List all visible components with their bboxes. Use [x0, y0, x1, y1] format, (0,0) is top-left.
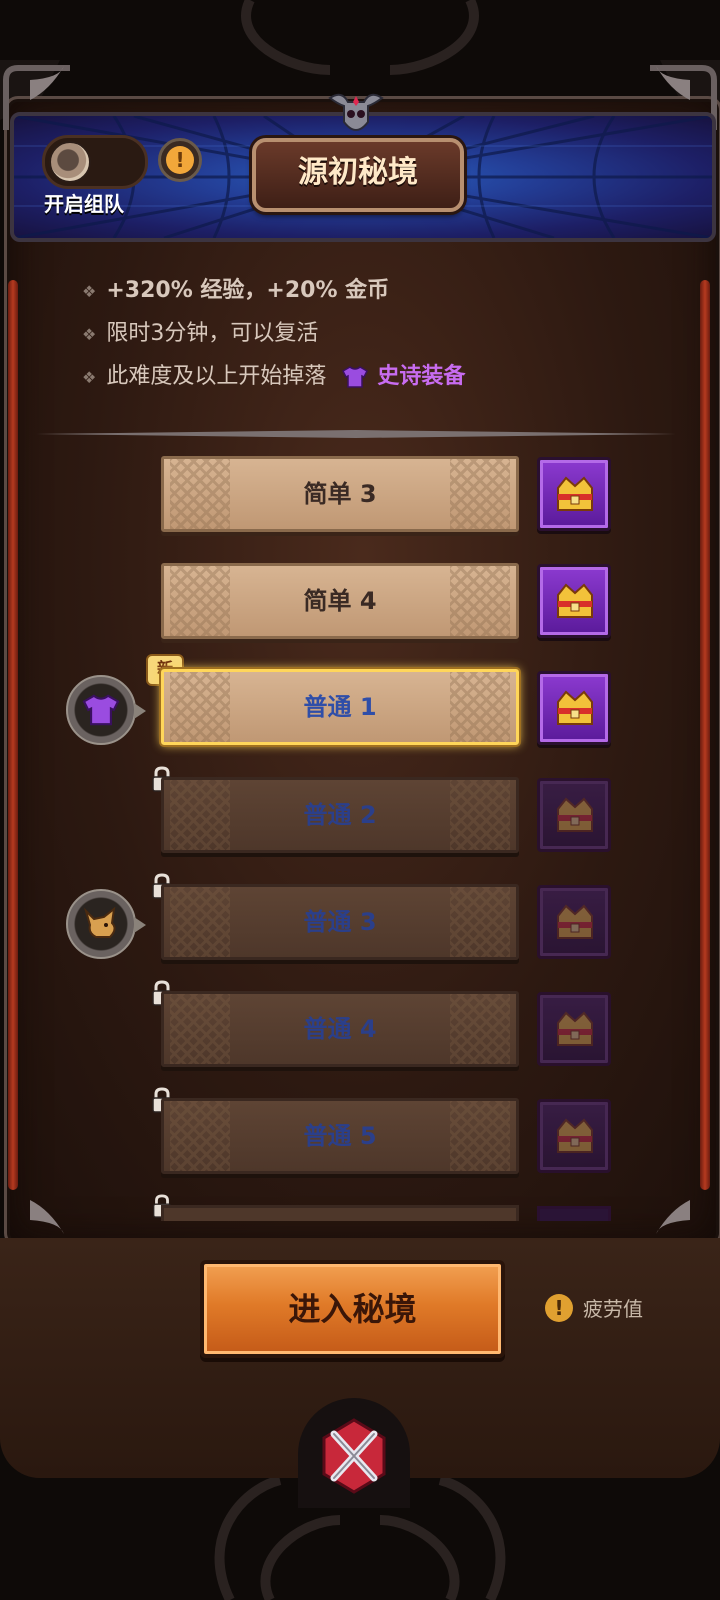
level-label: 普通 3 [303, 908, 377, 936]
treasure-chest-icon [557, 690, 593, 725]
wolf-pet-icon [83, 907, 116, 938]
pattern [450, 994, 510, 1064]
epic-armor-reward-badge[interactable] [66, 675, 146, 745]
bonus-text: +320% 经验，+20% 金币 [106, 278, 390, 303]
pattern [170, 780, 230, 850]
level-button-normal-2[interactable]: 普通 2 [161, 777, 519, 853]
treasure-chest-icon [557, 583, 593, 618]
team-toggle[interactable] [42, 135, 148, 189]
exclamation-icon: ! [545, 1293, 573, 1322]
pattern [450, 887, 510, 957]
pattern [170, 887, 230, 957]
chest-reward-button[interactable] [537, 457, 611, 531]
level-label: 普通 1 [303, 693, 377, 721]
corner-ornament-br [656, 1200, 690, 1234]
diamond-bullet-icon: ❖ [82, 282, 97, 301]
treasure-chest-icon [557, 904, 593, 939]
toggle-knob[interactable] [49, 141, 91, 183]
treasure-chest-icon [557, 1011, 593, 1046]
pattern [450, 780, 510, 850]
level-button-easy-3[interactable]: 简单 3 [161, 456, 519, 532]
wolf-pet-reward-badge[interactable] [66, 889, 146, 959]
fatigue-label: 疲劳值 [583, 1297, 643, 1321]
level-button-partial[interactable] [161, 1205, 519, 1221]
skull-emblem-icon [328, 93, 384, 131]
level-label: 简单 3 [303, 480, 377, 508]
crossed-swords-icon[interactable] [298, 1398, 410, 1508]
level-label: 简单 4 [303, 587, 377, 615]
chest-reward-button[interactable] [537, 564, 611, 638]
info-line-time: ❖ 限时3分钟，可以复活 [82, 315, 318, 347]
epic-armor-icon [342, 366, 369, 388]
treasure-chest-icon [557, 1118, 593, 1153]
level-label: 普通 5 [303, 1122, 377, 1150]
chest-reward-button[interactable] [537, 1099, 611, 1173]
epic-equipment-text: 史诗装备 [377, 364, 466, 389]
left-rail [8, 280, 18, 1190]
pattern [170, 994, 230, 1064]
level-button-normal-4[interactable]: 普通 4 [161, 991, 519, 1067]
exclamation-icon: ! [166, 146, 194, 174]
level-label: 普通 4 [303, 1015, 377, 1043]
chest-reward-button[interactable] [537, 778, 611, 852]
drop-text: 此难度及以上开始掉落 [106, 364, 327, 389]
level-button-normal-1[interactable]: 普通 1 [161, 669, 519, 745]
treasure-chest-icon [557, 797, 593, 832]
chest-reward-button[interactable] [537, 671, 611, 745]
time-limit-text: 限时3分钟，可以复活 [106, 321, 319, 346]
pattern [170, 566, 230, 636]
pattern [170, 459, 230, 529]
info-line-bonus: ❖ +320% 经验，+20% 金币 [82, 272, 389, 304]
pattern [450, 672, 510, 742]
level-button-easy-4[interactable]: 简单 4 [161, 563, 519, 639]
pattern [170, 672, 230, 742]
page-title: 源初秘境 [252, 138, 464, 212]
team-info-button[interactable]: ! [158, 138, 202, 182]
chest-reward-button[interactable] [537, 885, 611, 959]
level-button-normal-3[interactable]: 普通 3 [161, 884, 519, 960]
level-label: 普通 2 [303, 801, 377, 829]
pointer-tip [134, 917, 146, 933]
level-button-normal-5[interactable]: 普通 5 [161, 1098, 519, 1174]
section-divider [36, 430, 676, 438]
pointer-tip [134, 703, 146, 719]
pattern [450, 566, 510, 636]
pattern [170, 1101, 230, 1171]
pattern [450, 459, 510, 529]
team-toggle-label: 开启组队 [44, 192, 124, 216]
pattern [450, 1101, 510, 1171]
corner-ornament-bl [30, 1200, 64, 1234]
fatigue-info[interactable]: ! 疲劳值 [545, 1293, 643, 1322]
enter-realm-button[interactable]: 进入秘境 [200, 1260, 505, 1358]
treasure-chest-icon [557, 476, 593, 511]
chest-reward-button[interactable] [537, 992, 611, 1066]
right-rail [700, 280, 710, 1190]
diamond-bullet-icon: ❖ [82, 325, 97, 344]
chest-partial[interactable] [537, 1206, 611, 1221]
epic-armor-icon [82, 694, 120, 726]
diamond-bullet-icon: ❖ [82, 368, 97, 387]
info-line-drop: ❖ 此难度及以上开始掉落 史诗装备 [82, 358, 465, 390]
